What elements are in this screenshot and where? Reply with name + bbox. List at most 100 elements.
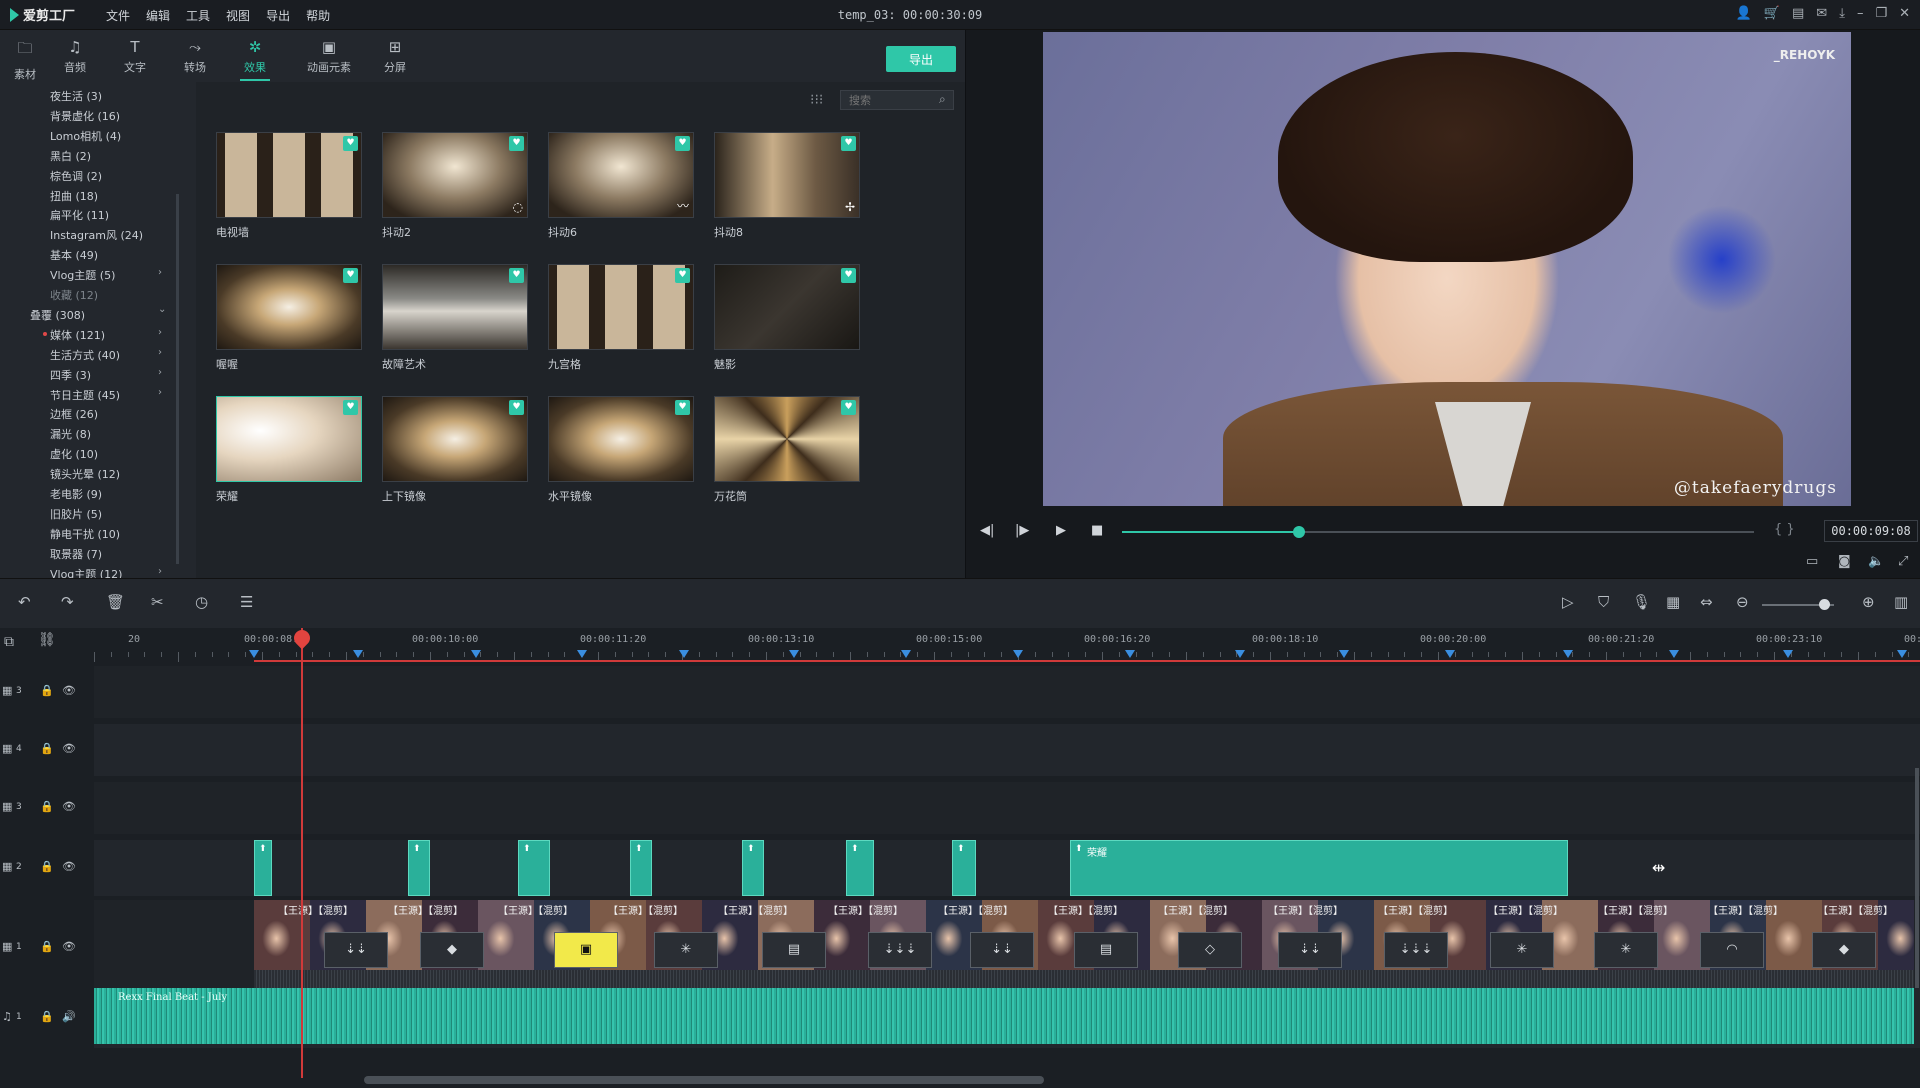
category-item[interactable]: 漏光 (8) [50,426,91,442]
eye-icon[interactable]: 👁 [62,800,76,813]
category-item[interactable]: 扁平化 (11) [50,207,109,223]
transition-clip[interactable]: ◆ [420,932,484,968]
category-item[interactable]: 静电干扰 (10) [50,526,120,542]
clip-marker[interactable] [679,650,689,658]
tab-2[interactable]: T 文字 [110,38,160,75]
play-slow-icon[interactable]: |▶ [1015,523,1029,538]
video-clip[interactable]: 【王源】【混剪】 【王源】【混剪】 【王源】【混剪】 【王源】【混剪】 【王源】【混剪】… [254,900,1914,970]
clip-marker[interactable] [1669,650,1679,658]
clip-marker[interactable] [789,650,799,658]
minimize-icon[interactable]: – [1857,6,1864,21]
panel-toggle-icon[interactable]: ▥ [1894,593,1908,611]
effect-card[interactable]: ♥ 九宫格 [548,264,694,372]
transition-clip[interactable]: ✳ [1594,932,1658,968]
category-item[interactable]: 老电影 (9) [50,486,102,502]
export-button[interactable]: 导出 [886,46,956,72]
transition-clip[interactable]: ◆ [1812,932,1876,968]
eye-icon[interactable]: 👁 [62,684,76,697]
grid-view-icon[interactable]: ⁝⁝⁝ [810,92,823,108]
user-icon[interactable]: 👤 [1736,6,1752,21]
effect-card[interactable]: ♥ 电视墙 [216,132,362,240]
close-icon[interactable]: ✕ [1899,6,1910,21]
clip-marker[interactable] [577,650,587,658]
effect-thumbnail[interactable]: ♥ [548,396,694,482]
menu-item-0[interactable]: 文件 [106,7,130,24]
category-item[interactable]: 收藏 (12) [50,287,98,303]
transition-clip[interactable]: ◇ [1178,932,1242,968]
prev-frame-icon[interactable]: ◀| [980,523,994,538]
category-item[interactable]: 镜头光晕 (12) [50,466,120,482]
effect-card[interactable]: ♥ 上下镜像 [382,396,528,504]
lock-icon[interactable]: 🔒 [40,684,54,697]
lock-icon[interactable]: 🔒 [40,860,54,873]
category-item[interactable]: 旧胶片 (5) [50,506,102,522]
tab-6[interactable]: ⊞ 分屏 [370,38,420,75]
link-icon[interactable]: ⛓ [38,632,56,648]
transition-clip[interactable]: ▤ [762,932,826,968]
clip-marker[interactable] [353,650,363,658]
favorite-icon[interactable]: ♥ [675,400,690,415]
undo-icon[interactable]: ↶ [18,593,31,611]
fullscreen-icon[interactable]: ⤢ [1898,554,1908,569]
category-item[interactable]: 棕色调 (2) [50,168,102,184]
clip-marker[interactable] [1783,650,1793,658]
tab-3[interactable]: ⤳ 转场 [170,38,220,75]
clip-marker[interactable] [1125,650,1135,658]
effect-card[interactable]: ♥ ✢ 抖动8 [714,132,860,240]
display-settings-icon[interactable]: ▭ [1806,554,1818,569]
delete-icon[interactable]: 🗑 [106,593,125,611]
transition-clip[interactable]: ⇣⇣ [1278,932,1342,968]
eye-icon[interactable]: 👁 [62,940,76,953]
save-icon[interactable]: ▤ [1792,6,1804,21]
clip-marker[interactable] [249,650,259,658]
category-item[interactable]: 虚化 (10) [50,446,98,462]
transition-clip[interactable]: ⇣⇣ [324,932,388,968]
zoom-in-icon[interactable]: ⊕ [1862,593,1875,611]
snapshot-icon[interactable]: ◙ [1838,554,1851,569]
menu-item-1[interactable]: 编辑 [146,7,170,24]
eye-icon[interactable]: 👁 [62,742,76,755]
track-lane[interactable] [94,782,1920,834]
effect-card[interactable]: ♥ 〰抖动6 [548,132,694,240]
clip-marker[interactable] [1339,650,1349,658]
effect-thumbnail[interactable]: ♥ [216,132,362,218]
playback-slider[interactable] [1122,526,1754,538]
favorite-icon[interactable]: ♥ [675,136,690,151]
menu-item-2[interactable]: 工具 [186,7,210,24]
restore-icon[interactable]: ❐ [1875,6,1887,21]
effect-thumbnail[interactable]: ♥ 〰 [548,132,694,218]
category-item[interactable]: 扭曲 (18) [50,188,98,204]
fit-timeline-icon[interactable]: ⇔ [1700,593,1713,611]
category-item[interactable]: 四季 (3) [50,367,91,383]
transition-clip[interactable]: ⇣⇣⇣ [868,932,932,968]
add-track-icon[interactable]: ⧉ [4,634,14,650]
track-lane[interactable]: 【王源】【混剪】 【王源】【混剪】 【王源】【混剪】 【王源】【混剪】 【王源】【混剪】… [94,900,1920,996]
transition-clip[interactable]: ✳ [654,932,718,968]
effect-thumbnail[interactable]: ♥ [216,396,362,482]
preview-video[interactable]: _REHOYK @takefaerydrugs [1043,32,1851,506]
transition-clip[interactable]: ⇣⇣ [970,932,1034,968]
zoom-out-icon[interactable]: ⊖ [1736,593,1749,611]
lock-icon[interactable]: 🔒 [40,742,54,755]
menu-item-5[interactable]: 帮助 [306,7,330,24]
favorite-icon[interactable]: ♥ [675,268,690,283]
effect-thumbnail[interactable]: ♥ [382,396,528,482]
search-input[interactable] [840,90,954,110]
effect-clip[interactable]: ⬆ [952,840,976,896]
track-lane[interactable]: Rexx Final Beat - July [94,988,1920,1048]
effect-thumbnail[interactable]: ♥ ◌ [382,132,528,218]
lock-icon[interactable]: 🔒 [40,940,54,953]
redo-icon[interactable]: ↷ [61,593,74,611]
eye-icon[interactable]: 👁 [62,860,76,873]
in-out-brackets[interactable]: { } [1774,522,1795,537]
category-item[interactable]: 生活方式 (40) [50,347,120,363]
category-item[interactable]: 夜生活 (3) [50,88,102,104]
menu-item-4[interactable]: 导出 [266,7,290,24]
stop-icon[interactable]: ■ [1091,523,1103,538]
chevron-down-icon[interactable]: ⌄ [158,304,166,315]
tab-1[interactable]: ♫ 音频 [50,38,100,75]
effect-clip[interactable]: ⬆ [846,840,874,896]
timeline-hscrollbar[interactable] [364,1076,1044,1084]
effect-card[interactable]: ♥ 万花筒 [714,396,860,504]
favorite-icon[interactable]: ♥ [841,268,856,283]
